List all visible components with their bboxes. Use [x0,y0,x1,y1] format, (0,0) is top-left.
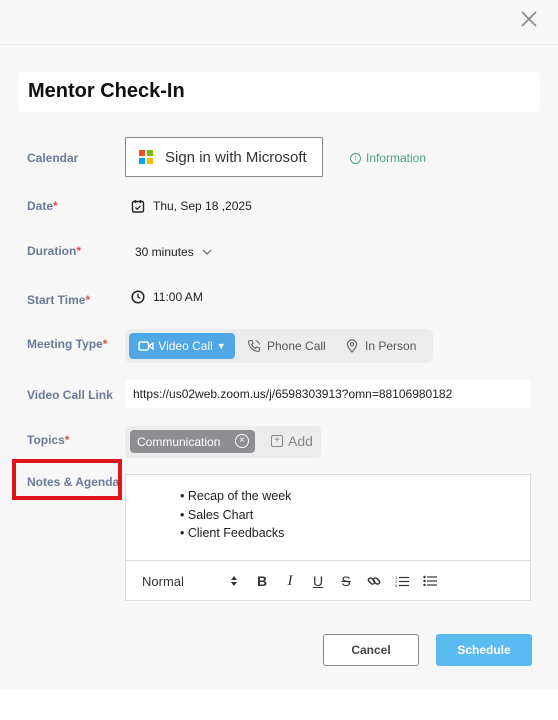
video-link-input[interactable]: https://us02web.zoom.us/j/6598303913?omn… [125,380,531,408]
calendar-label: Calendar [27,151,78,165]
svg-text:3: 3 [395,583,398,587]
list-item: Recap of the week [180,487,530,506]
location-pin-icon [346,339,358,353]
sign-in-microsoft-button[interactable]: Sign in with Microsoft [125,137,323,177]
meeting-title[interactable]: Mentor Check-In [28,80,185,103]
date-label: Date* [27,199,58,213]
add-topic-button[interactable]: + Add [271,433,313,449]
meeting-type-label: Meeting Type* [27,337,107,351]
strikethrough-icon[interactable]: S [332,571,360,591]
start-time-label-text: Start Time [27,293,86,307]
in-person-option[interactable]: In Person [346,333,416,359]
meeting-type-label-text: Meeting Type [27,337,103,351]
annotation-highlight-box [12,459,122,500]
phone-call-label: Phone Call [267,339,326,353]
topic-chip: Communication × [130,430,255,453]
notes-editor: Recap of the week Sales Chart Client Fee… [125,474,531,601]
modal-header [0,0,558,45]
sign-in-microsoft-label: Sign in with Microsoft [165,148,307,166]
duration-value: 30 minutes [135,245,194,259]
remove-chip-icon[interactable]: × [235,434,249,448]
start-time-picker[interactable]: 11:00 AM [131,290,203,304]
required-mark: * [53,199,58,213]
information-label: Information [366,151,427,165]
meeting-type-selector: Video Call ▼ Phone Call In Person [125,329,433,363]
start-time-value: 11:00 AM [153,290,203,304]
video-link-label: Video Call Link [27,388,113,402]
topics-label: Topics* [27,433,69,447]
duration-label: Duration* [27,244,81,258]
video-icon [138,341,154,351]
close-icon[interactable] [518,8,540,30]
title-field[interactable]: Mentor Check-In [18,72,540,112]
notes-text-area[interactable]: Recap of the week Sales Chart Client Fee… [126,475,530,560]
video-call-label: Video Call [158,339,213,353]
add-topic-label: Add [288,433,313,449]
calendar-label-text: Calendar [27,151,79,165]
info-icon: i [350,152,361,164]
list-item: Sales Chart [180,506,530,525]
bold-icon[interactable]: B [248,571,276,591]
date-value: Thu, Sep 18 ,2025 [153,199,252,213]
date-picker[interactable]: Thu, Sep 18 ,2025 [131,199,252,213]
link-icon[interactable] [360,571,388,591]
topics-field: Communication × + Add [125,426,321,458]
information-link[interactable]: i Information [350,151,426,165]
schedule-button[interactable]: Schedule [436,634,532,666]
clock-icon [131,290,145,304]
list-item: Client Feedbacks [180,524,530,543]
chevron-down-icon [202,249,212,255]
video-call-option[interactable]: Video Call ▼ [129,333,235,359]
in-person-label: In Person [365,339,417,353]
required-mark: * [85,293,91,307]
duration-label-text: Duration [27,244,77,258]
underline-icon[interactable]: U [304,571,332,591]
plus-icon: + [271,435,283,447]
topic-chip-label: Communication [137,434,221,449]
required-mark: * [64,433,70,447]
required-mark: * [76,244,82,258]
sort-arrows-icon[interactable] [220,571,248,591]
date-label-text: Date [27,199,54,213]
ordered-list-icon[interactable]: 1 2 3 [388,571,416,591]
italic-icon[interactable]: I [276,571,304,591]
cancel-button[interactable]: Cancel [323,634,419,666]
required-mark: * [102,337,108,351]
phone-call-option[interactable]: Phone Call [247,333,326,359]
format-select[interactable]: Normal [142,574,220,589]
bullet-list-icon[interactable] [416,571,444,591]
calendar-icon [131,200,145,213]
topics-label-text: Topics [27,433,65,447]
microsoft-logo-icon [139,150,153,164]
video-link-label-text: Video Call Link [27,388,113,402]
schedule-meeting-modal: Mentor Check-In Calendar Sign in with Mi… [0,0,558,690]
start-time-label: Start Time* [27,293,90,307]
caret-down-icon: ▼ [216,341,226,351]
phone-icon [247,339,261,353]
editor-toolbar: Normal B I U S 1 2 3 [126,560,530,601]
duration-select[interactable]: 30 minutes [135,245,212,259]
